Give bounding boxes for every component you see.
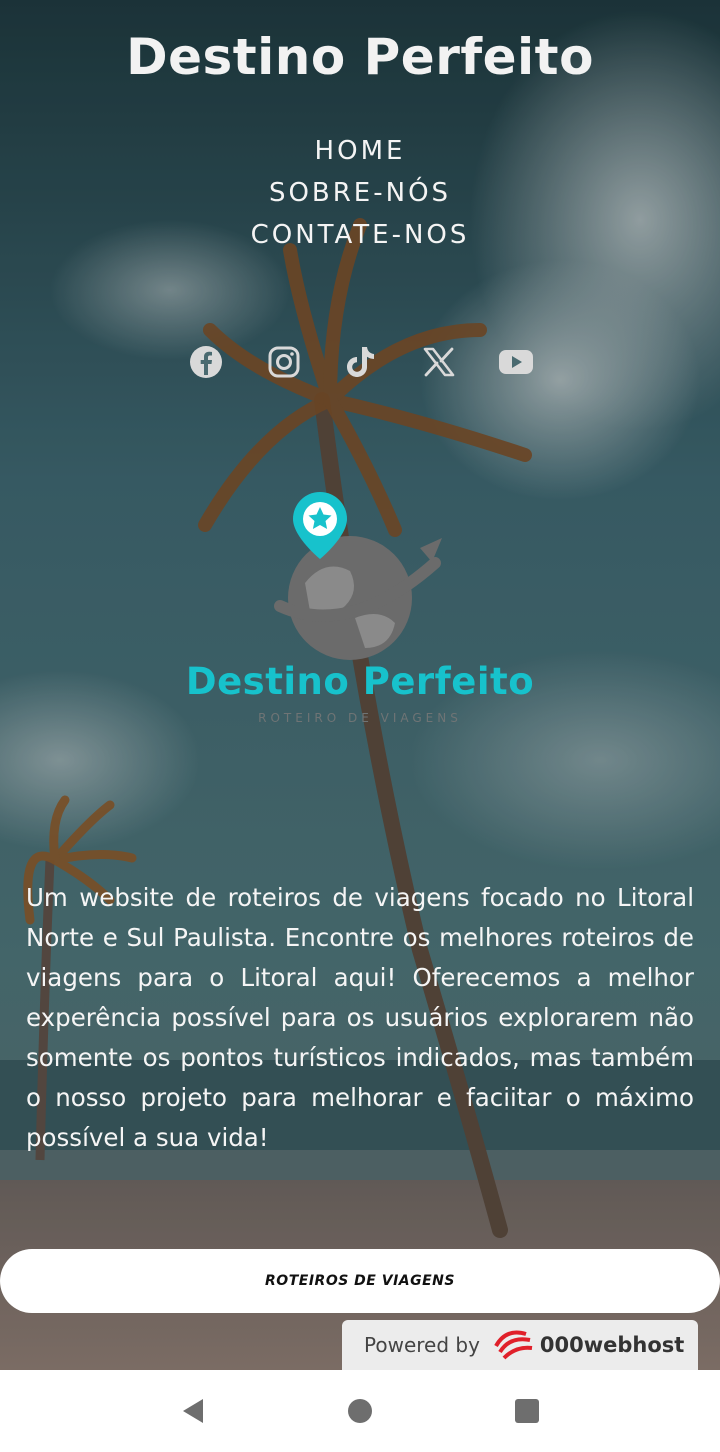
main-nav: HOME SOBRE-NÓS CONTATE-NOS [0,130,720,256]
social-links [186,340,536,384]
nav-home[interactable]: HOME [0,130,720,172]
site-description: Um website de roteiros de viagens focado… [26,883,694,1152]
webhost-logo-icon [492,1326,534,1364]
instagram-icon[interactable] [264,342,304,382]
home-icon[interactable] [340,1391,380,1431]
youtube-icon[interactable] [496,342,536,382]
webhost-brand: 000webhost [539,1333,685,1357]
logo-tagline: ROTEIRO DE VIAGENS [258,711,462,725]
site-title: Destino Perfeito [126,28,594,86]
system-navigation-bar [0,1370,720,1452]
roteiros-button[interactable]: ROTEIROS DE VIAGENS [0,1249,720,1313]
powered-by-badge[interactable]: Powered by 000webhost [342,1320,698,1370]
facebook-icon[interactable] [186,342,226,382]
nav-sobre-nos[interactable]: SOBRE-NÓS [0,172,720,214]
powered-by-label: Powered by [364,1333,480,1357]
logo-name: Destino Perfeito [185,660,535,703]
tiktok-icon[interactable] [341,342,381,382]
x-icon[interactable] [419,342,459,382]
recents-icon[interactable] [507,1391,547,1431]
back-icon[interactable] [173,1391,213,1431]
nav-contate-nos[interactable]: CONTATE-NOS [0,214,720,256]
